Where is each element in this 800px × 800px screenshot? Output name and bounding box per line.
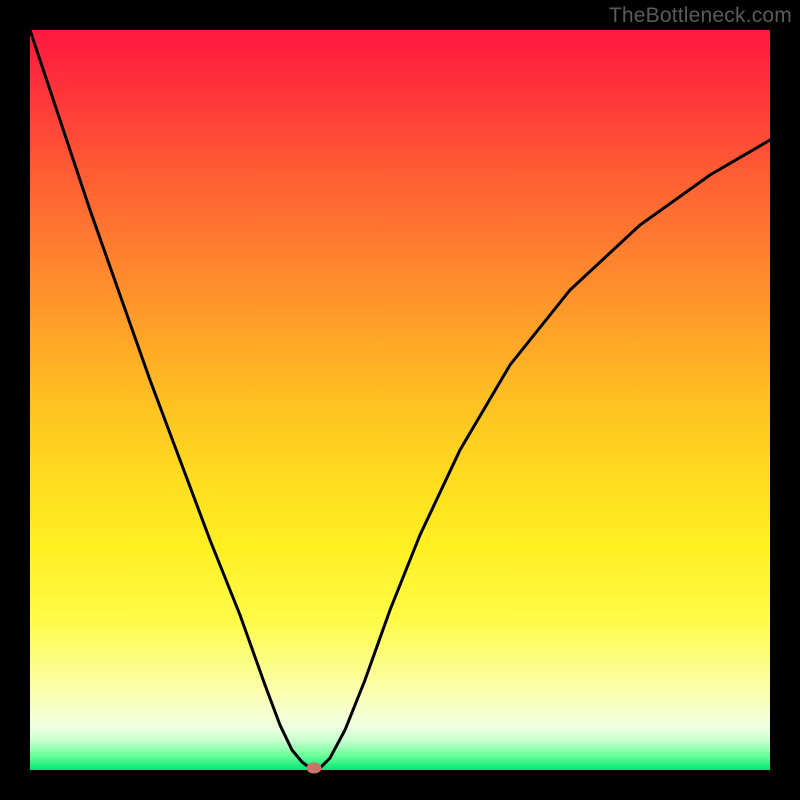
curve-svg (30, 30, 770, 770)
minimum-marker (307, 763, 322, 774)
bottleneck-curve-path (30, 30, 770, 768)
plot-area (30, 30, 770, 770)
watermark-text: TheBottleneck.com (609, 4, 792, 28)
chart-frame: TheBottleneck.com (0, 0, 800, 800)
